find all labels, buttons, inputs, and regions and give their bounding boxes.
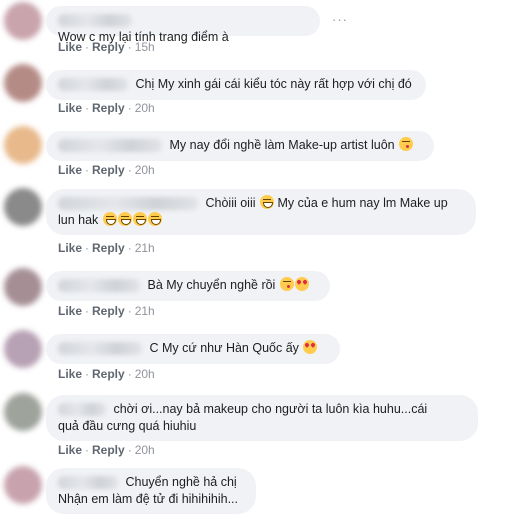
avatar[interactable]: [4, 268, 42, 306]
comment-time[interactable]: 20h: [135, 443, 155, 457]
kissing-face-icon: [399, 137, 414, 151]
reply-button[interactable]: Reply: [92, 367, 125, 381]
more-options-icon[interactable]: ···: [332, 12, 348, 27]
reply-button[interactable]: Reply: [92, 304, 125, 318]
commenter-name-blurred[interactable]: [58, 342, 142, 356]
reply-button[interactable]: Reply: [92, 443, 125, 457]
comment-bubble: Bà My chuyển nghề rồi: [46, 271, 330, 301]
comment-time[interactable]: 20h: [135, 367, 155, 381]
comment-text: C My cứ như Hàn Quốc ấy: [149, 341, 299, 355]
comment-actions: Like · Reply · 20h: [58, 443, 155, 457]
comment-text: Bà My chuyển nghề rồi: [147, 278, 276, 292]
comment-actions: Like · Reply · 21h: [58, 241, 155, 255]
reply-button[interactable]: Reply: [92, 40, 125, 54]
avatar[interactable]: [4, 126, 42, 164]
comment-bubble: Chòiii oiii My của e hum nay lm Make up …: [46, 189, 476, 235]
comment-text-line2: Nhận em làm đệ tử đi hihihihih...: [58, 492, 238, 506]
avatar[interactable]: [4, 188, 42, 226]
grinning-face-icon: [147, 212, 162, 226]
comment-time[interactable]: 20h: [135, 101, 155, 115]
avatar[interactable]: [4, 466, 42, 504]
commenter-name-blurred[interactable]: [58, 14, 132, 28]
reply-button[interactable]: Reply: [92, 241, 125, 255]
like-button[interactable]: Like: [58, 367, 82, 381]
commenter-name-blurred[interactable]: [58, 476, 118, 490]
comment-text: Chuyển nghề hả chị: [125, 475, 237, 489]
avatar[interactable]: [4, 330, 42, 368]
like-button[interactable]: Like: [58, 101, 82, 115]
comment-actions: Like · Reply · 20h: [58, 163, 155, 177]
kissing-face-icon: [279, 277, 294, 291]
comment-text: chời ơi...nay bả makeup cho người ta luô…: [113, 402, 428, 416]
commenter-name-blurred[interactable]: [58, 78, 128, 92]
like-button[interactable]: Like: [58, 40, 82, 54]
reply-button[interactable]: Reply: [92, 163, 125, 177]
commenter-name-blurred[interactable]: [58, 279, 140, 293]
comment-actions: Like · Reply · 15h: [58, 40, 155, 54]
comment-bubble: chời ơi...nay bả makeup cho người ta luô…: [46, 395, 478, 441]
comment-bubble: Chị My xinh gái cái kiểu tóc này rất hợp…: [46, 70, 426, 100]
comment-bubble: Chuyển nghề hả chị Nhận em làm đệ tử đi …: [46, 468, 256, 514]
avatar[interactable]: [4, 64, 42, 102]
comment-bubble: C My cứ như Hàn Quốc ấy: [46, 334, 340, 364]
comment-actions: Like · Reply · 21h: [58, 304, 155, 318]
grinning-face-icon: [102, 212, 117, 226]
comment-text-continued: My của e hum nay lm Make up: [277, 196, 448, 210]
comment-actions: Like · Reply · 20h: [58, 101, 155, 115]
comment-bubble: Wow c my lại tính trang điểm à: [46, 6, 320, 44]
comment-text: My nay đổi nghề làm Make-up artist luôn: [169, 138, 395, 152]
comment-time[interactable]: 21h: [135, 304, 155, 318]
like-button[interactable]: Like: [58, 304, 82, 318]
reply-button[interactable]: Reply: [92, 101, 125, 115]
commenter-name-blurred[interactable]: [58, 197, 198, 211]
like-button[interactable]: Like: [58, 443, 82, 457]
comment-time[interactable]: 21h: [135, 241, 155, 255]
avatar[interactable]: [4, 393, 42, 431]
avatar[interactable]: [4, 2, 42, 40]
comment-time[interactable]: 15h: [135, 40, 155, 54]
heart-eyes-icon: [294, 277, 309, 291]
heart-eyes-icon: [303, 340, 318, 354]
comment-text: Chòiii oiii: [205, 196, 256, 210]
commenter-name-blurred[interactable]: [58, 139, 162, 153]
like-button[interactable]: Like: [58, 163, 82, 177]
comment-time[interactable]: 20h: [135, 163, 155, 177]
comment-actions: Like · Reply · 20h: [58, 367, 155, 381]
comment-text: Chị My xinh gái cái kiểu tóc này rất hợp…: [135, 77, 412, 91]
comment-bubble: My nay đổi nghề làm Make-up artist luôn: [46, 131, 434, 161]
comment-text-line2: quả đầu cưng quá hiuhiu: [58, 419, 197, 433]
comment-text-line2: lun hak: [58, 213, 99, 227]
grinning-face-icon: [260, 195, 274, 209]
grinning-face-icon: [117, 212, 132, 226]
like-button[interactable]: Like: [58, 241, 82, 255]
commenter-name-blurred[interactable]: [58, 403, 106, 417]
grinning-face-icon: [132, 212, 147, 226]
